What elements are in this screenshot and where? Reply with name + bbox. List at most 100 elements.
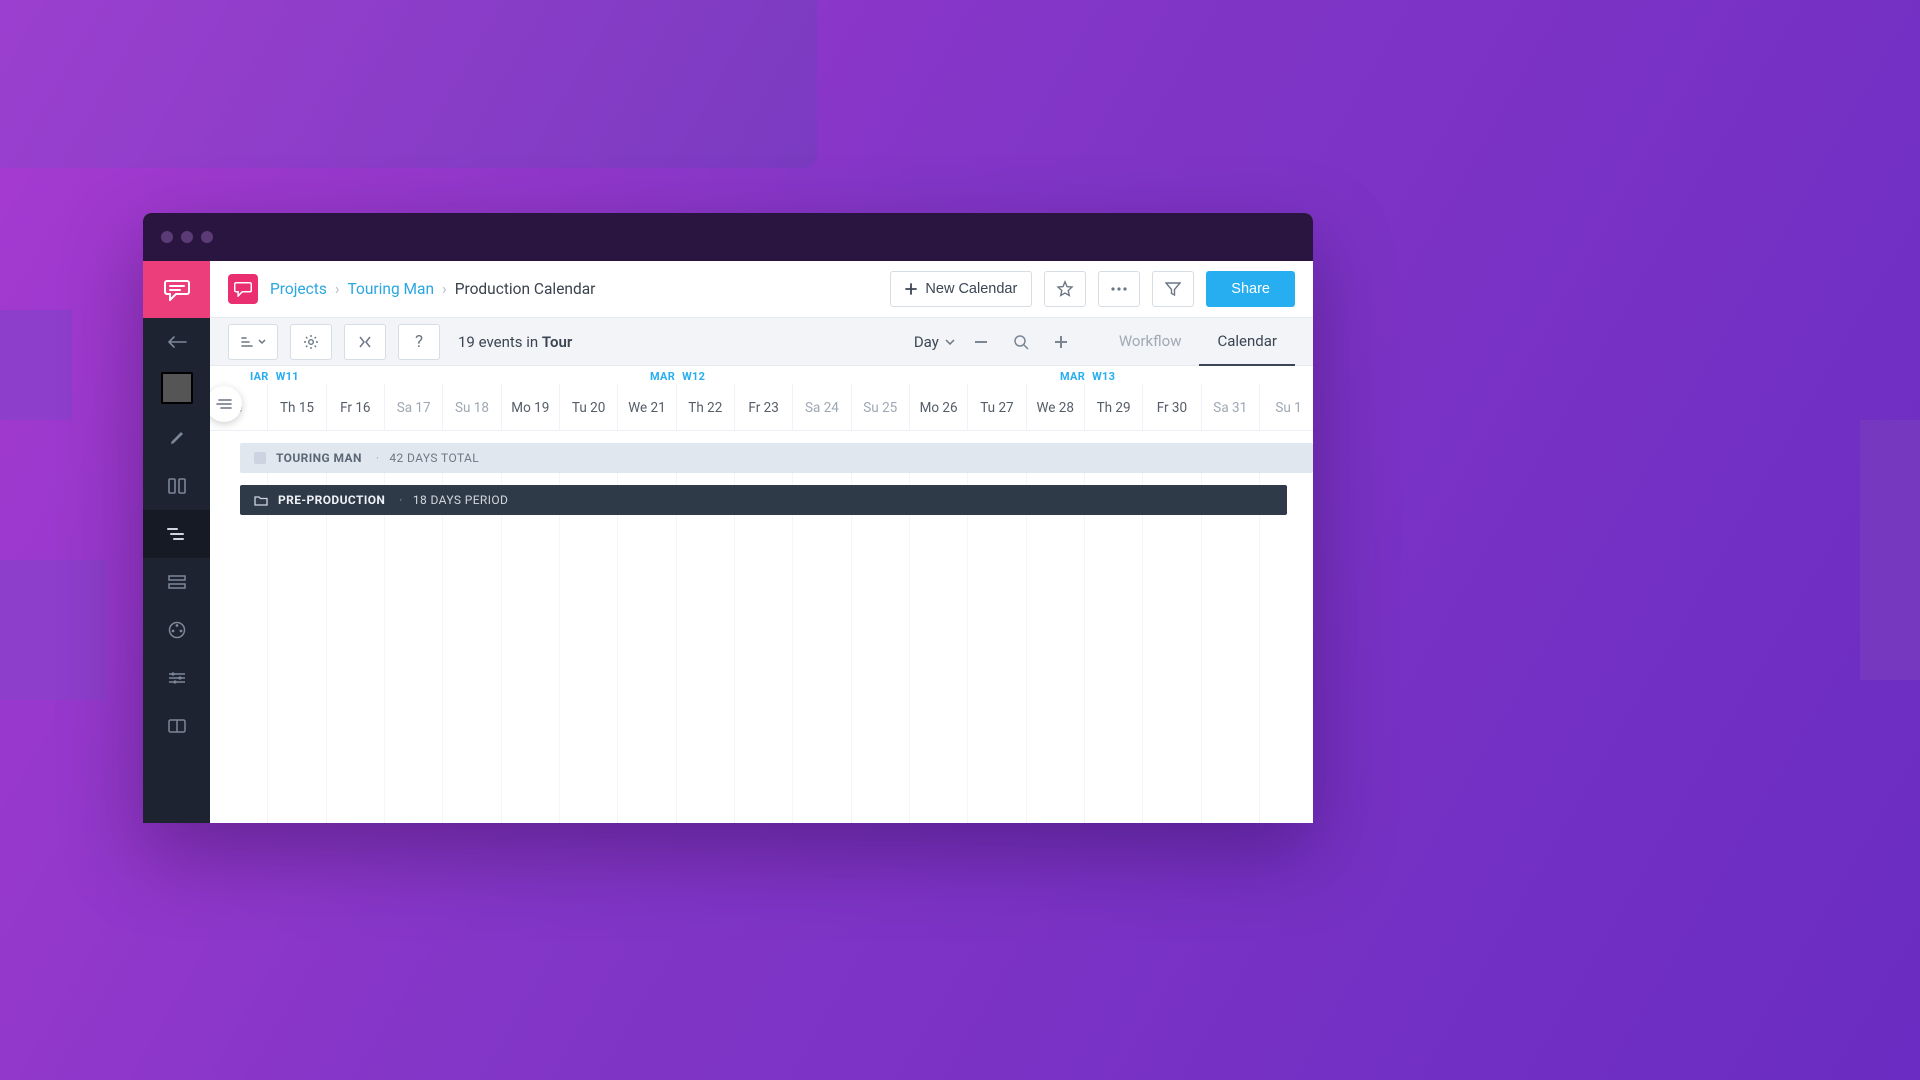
app-window: Projects › Touring Man › Production Cale…	[143, 213, 1313, 823]
day-column[interactable]: Sa 17	[385, 384, 443, 431]
columns-icon	[168, 478, 186, 494]
decor-band	[0, 560, 108, 700]
brand-icon	[164, 279, 190, 301]
rows-icon	[168, 575, 186, 589]
arrow-left-icon	[167, 336, 187, 348]
sliders-icon	[168, 671, 186, 685]
window-titlebar	[143, 213, 1313, 261]
sidebar-item-boards[interactable]	[143, 462, 210, 510]
view-tabs: Workflow Calendar	[1101, 318, 1295, 366]
view-granularity[interactable]: Day	[914, 333, 955, 351]
zoom-reset[interactable]	[1007, 334, 1035, 350]
help-button[interactable]: ?	[398, 324, 440, 360]
plus-icon	[905, 283, 917, 295]
day-column[interactable]: Th 29	[1085, 384, 1143, 431]
new-calendar-button[interactable]: New Calendar	[890, 271, 1032, 307]
project-avatar[interactable]	[161, 372, 193, 404]
color-swatch	[254, 452, 266, 464]
sidebar-item-reel[interactable]	[143, 606, 210, 654]
star-icon	[1056, 280, 1074, 298]
favorite-button[interactable]	[1044, 271, 1086, 307]
day-column[interactable]: Mo 26	[910, 384, 968, 431]
project-section-bar[interactable]: TOURING MAN · 42 DAYS TOTAL	[240, 443, 1313, 473]
day-column[interactable]: Sa 31	[1202, 384, 1260, 431]
share-label: Share	[1231, 281, 1270, 297]
caret-down-icon	[945, 339, 955, 345]
day-column[interactable]: We 21	[618, 384, 676, 431]
traffic-light-min[interactable]	[181, 231, 193, 243]
zoom-in[interactable]	[1047, 335, 1075, 349]
traffic-light-close[interactable]	[161, 231, 173, 243]
share-button[interactable]: Share	[1206, 271, 1295, 307]
view-mode: Day	[914, 333, 939, 351]
page-header: Projects › Touring Man › Production Cale…	[210, 261, 1313, 318]
chevron-right-icon: ›	[335, 280, 340, 298]
chevron-right-icon: ›	[442, 280, 447, 298]
day-column[interactable]: Th 15	[268, 384, 326, 431]
brand-logo[interactable]	[143, 261, 210, 318]
collapse-icon	[357, 335, 373, 349]
calendar-rows: TOURING MAN · 42 DAYS TOTAL PRE-PRODUCTI…	[210, 443, 1313, 823]
day-column[interactable]: Fr 30	[1143, 384, 1201, 431]
sidebar-item-calendar[interactable]	[143, 510, 210, 558]
filter-icon	[1165, 281, 1181, 297]
day-column[interactable]: Tu 20	[560, 384, 618, 431]
toolbar: ? 19 events in Tour Day Workflow	[210, 318, 1313, 366]
hierarchy-dropdown[interactable]	[228, 324, 278, 360]
day-column[interactable]: Su 18	[443, 384, 501, 431]
caret-down-icon	[258, 339, 266, 345]
day-column[interactable]: We 28	[1027, 384, 1085, 431]
plus-icon	[1054, 335, 1068, 349]
day-column[interactable]: Tu 27	[968, 384, 1026, 431]
filter-button[interactable]	[1152, 271, 1194, 307]
day-column[interactable]: Fr 16	[327, 384, 385, 431]
new-calendar-label: New Calendar	[925, 281, 1017, 297]
lines-icon	[216, 398, 232, 410]
collapse-button[interactable]	[344, 324, 386, 360]
tab-workflow[interactable]: Workflow	[1101, 318, 1200, 366]
day-column[interactable]: Su 1	[1260, 384, 1313, 431]
events-summary: 19 events in Tour	[458, 333, 572, 351]
sidebar-item-edit[interactable]	[143, 414, 210, 462]
decor-band	[0, 0, 817, 168]
timeline-header: IAR W11MAR W12MAR W13 eTh 15Fr 16Sa 17Su…	[210, 366, 1313, 431]
week-label: MAR W12	[650, 370, 705, 383]
traffic-light-max[interactable]	[201, 231, 213, 243]
day-column[interactable]: Fr 23	[735, 384, 793, 431]
magnify-icon	[1013, 334, 1029, 350]
tree-icon	[240, 336, 254, 348]
phase-section-bar[interactable]: PRE-PRODUCTION · 18 DAYS PERIOD	[240, 485, 1287, 515]
day-column[interactable]: Mo 19	[502, 384, 560, 431]
breadcrumb-project[interactable]: Touring Man	[348, 280, 435, 298]
gear-icon	[303, 334, 319, 350]
settings-button[interactable]	[290, 324, 332, 360]
reel-icon	[168, 621, 186, 639]
day-column[interactable]: Sa 24	[793, 384, 851, 431]
chat-icon	[234, 281, 252, 297]
breadcrumb-root[interactable]: Projects	[270, 280, 327, 298]
week-label: MAR W13	[1060, 370, 1115, 383]
decor-band	[0, 310, 72, 420]
day-column[interactable]: Th 22	[677, 384, 735, 431]
week-label: IAR W11	[250, 370, 299, 383]
minus-icon	[974, 341, 988, 343]
project-chip[interactable]	[228, 274, 258, 304]
sidebar-back[interactable]	[143, 318, 210, 366]
day-column[interactable]: Su 25	[852, 384, 910, 431]
tab-calendar[interactable]: Calendar	[1199, 318, 1295, 366]
sidebar-item-settings[interactable]	[143, 654, 210, 702]
more-icon	[1110, 286, 1128, 292]
folder-icon	[254, 493, 268, 507]
sidebar	[143, 261, 210, 823]
zoom-out[interactable]	[967, 341, 995, 343]
book-icon	[168, 719, 186, 733]
breadcrumb-current: Production Calendar	[455, 280, 596, 298]
breadcrumb: Projects › Touring Man › Production Cale…	[270, 280, 595, 298]
sidebar-item-lists[interactable]	[143, 558, 210, 606]
sidebar-item-docs[interactable]	[143, 702, 210, 750]
pencil-icon	[169, 430, 185, 446]
more-button[interactable]	[1098, 271, 1140, 307]
gantt-icon	[167, 527, 187, 541]
calendar-viewport: IAR W11MAR W12MAR W13 eTh 15Fr 16Sa 17Su…	[210, 366, 1313, 823]
question-icon: ?	[415, 332, 423, 352]
